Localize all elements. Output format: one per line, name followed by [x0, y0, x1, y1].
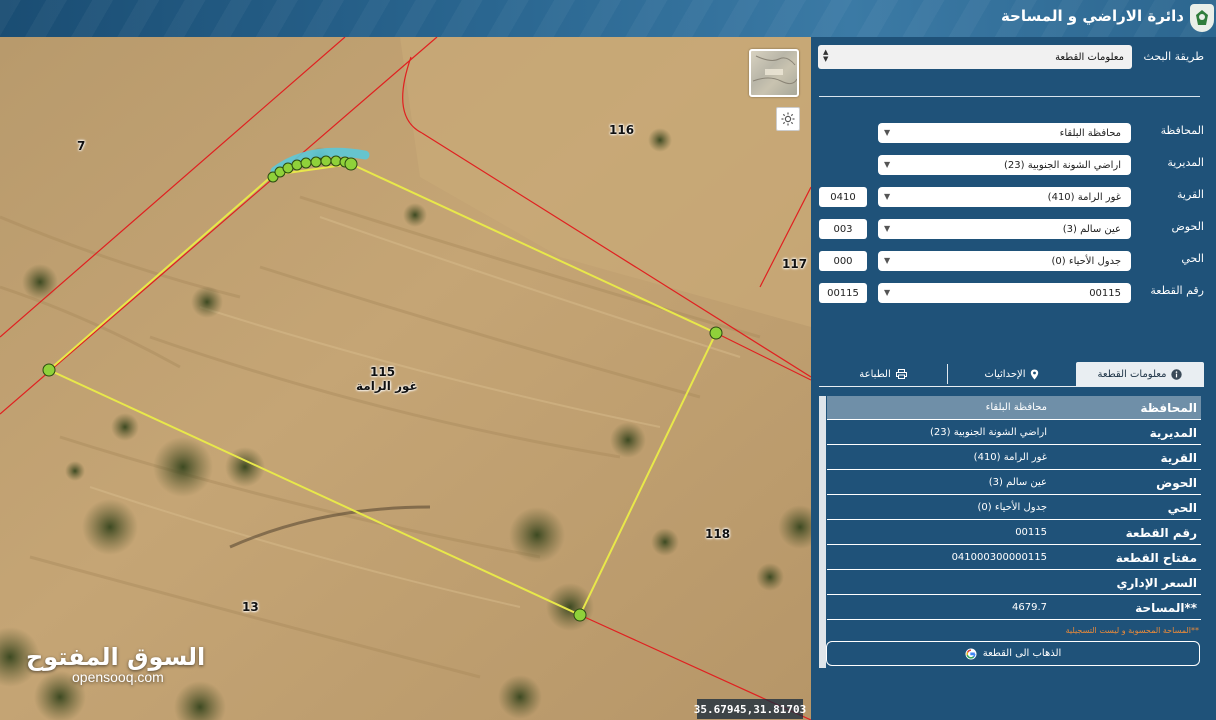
- info-row: المديرية اراضي الشونة الجنوبية (23): [827, 421, 1201, 445]
- watermark: السوق المفتوح opensooq.com: [26, 643, 206, 685]
- info-row: رقم القطعة 00115: [827, 521, 1201, 545]
- goto-parcel-label: الذهاب الى القطعة: [982, 648, 1062, 659]
- info-row: **المساحة 4679.7: [827, 596, 1201, 620]
- info-row: القرية غور الرامة (410): [827, 446, 1201, 470]
- basin-value: عين سالم (3): [1062, 223, 1121, 235]
- parcel-label-118: 118: [705, 527, 731, 541]
- info-key: الحوض: [1156, 475, 1197, 490]
- info-key: مفتاح القطعة: [1115, 550, 1197, 565]
- directorate-value: اراضي الشونة الجنوبية (23): [1004, 159, 1121, 171]
- info-row: الحوض عين سالم (3): [827, 471, 1201, 495]
- info-key: السعر الإداري: [1116, 575, 1197, 590]
- info-value: محافظة البلقاء: [985, 402, 1047, 413]
- tab-print-label: الطباعة: [859, 368, 891, 380]
- info-row: السعر الإداري: [827, 571, 1201, 595]
- district-select[interactable]: جدول الأحياء (0) ▼: [878, 251, 1131, 271]
- district-value: جدول الأحياء (0): [1051, 255, 1122, 267]
- caret-down-icon: ▼: [884, 256, 891, 265]
- updown-icon: ▲ ▼: [823, 48, 829, 63]
- info-row: الحي جدول الأحياء (0): [827, 496, 1201, 520]
- info-row: المحافظة محافظة البلقاء: [827, 396, 1201, 420]
- parcel-label-115: 115: [370, 365, 396, 379]
- directorate-select[interactable]: اراضي الشونة الجنوبية (23) ▼: [878, 155, 1131, 175]
- info-tabs: معلومات القطعة الإحداثيات الطباعة: [819, 362, 1204, 386]
- watermark-arabic: السوق المفتوح: [26, 643, 206, 671]
- scroll-track[interactable]: [819, 396, 826, 668]
- parcel-label: رقم القطعة: [1150, 284, 1204, 297]
- caret-down-icon: ▼: [884, 288, 891, 297]
- governorate-value: محافظة البلقاء: [1059, 127, 1121, 139]
- caret-down-icon: ▼: [884, 224, 891, 233]
- parcel-label-13: 13: [242, 600, 259, 614]
- basin-code-input[interactable]: 003: [819, 219, 867, 239]
- sun-icon[interactable]: [776, 107, 800, 131]
- info-key: القرية: [1160, 450, 1197, 465]
- caret-down-icon: ▼: [884, 192, 891, 201]
- search-panel: طريقة البحث معلومات القطعة ▲ ▼ المحافظة م…: [811, 37, 1216, 720]
- basemap-switcher[interactable]: [749, 49, 799, 97]
- tab-coordinates-label: الإحداثيات: [984, 368, 1026, 380]
- governorate-label: المحافظة: [1160, 124, 1204, 137]
- basin-select[interactable]: عين سالم (3) ▼: [878, 219, 1131, 239]
- coordinate-readout: 35.67945,31.81703: [694, 699, 806, 719]
- info-value: 4679.7: [1012, 602, 1047, 613]
- info-row: مفتاح القطعة 041000300000115: [827, 546, 1201, 570]
- watermark-latin: opensooq.com: [72, 669, 164, 685]
- tab-parcel-info-label: معلومات القطعة: [1097, 368, 1167, 380]
- village-label: غور الرامة: [356, 379, 418, 393]
- app-header: دائرة الاراضي و المساحة: [0, 0, 1216, 37]
- divider: [819, 96, 1200, 97]
- village-label: القرية: [1176, 188, 1204, 201]
- tab-parcel-info[interactable]: معلومات القطعة: [1076, 362, 1204, 386]
- tabs-underline: [819, 386, 1204, 387]
- area-note: **المساحة المحسوبة و ليست التسجيلية: [1065, 626, 1199, 635]
- printer-icon: [895, 369, 907, 379]
- district-code-input[interactable]: 000: [819, 251, 867, 271]
- map-view[interactable]: 7 116 117 115 غور الرامة 118 13 السوق ال…: [0, 37, 811, 720]
- info-value: 00115: [1015, 527, 1047, 538]
- info-value: 041000300000115: [951, 552, 1047, 563]
- search-method-select[interactable]: معلومات القطعة ▲ ▼: [818, 45, 1132, 69]
- basin-label: الحوض: [1171, 220, 1205, 233]
- parcel-label-7: 7: [77, 139, 86, 153]
- village-code-input[interactable]: 0410: [819, 187, 867, 207]
- info-value: غور الرامة (410): [973, 452, 1047, 463]
- caret-down-icon: ▼: [884, 128, 891, 137]
- google-icon: [965, 648, 977, 659]
- governorate-select[interactable]: محافظة البلقاء ▼: [878, 123, 1131, 143]
- info-icon: [1171, 368, 1183, 380]
- map-pin-icon: [1031, 369, 1039, 379]
- info-key: المديرية: [1149, 425, 1197, 440]
- tab-coordinates[interactable]: الإحداثيات: [948, 362, 1076, 386]
- search-method-label: طريقة البحث: [1143, 50, 1204, 63]
- search-method-value: معلومات القطعة: [1055, 51, 1124, 63]
- info-key: المحافظة: [1140, 400, 1197, 415]
- village-value: غور الرامة (410): [1047, 191, 1121, 203]
- info-key: رقم القطعة: [1125, 525, 1197, 540]
- goto-parcel-button[interactable]: الذهاب الى القطعة: [826, 641, 1200, 666]
- district-label: الحي: [1181, 252, 1204, 265]
- caret-down-icon: ▼: [884, 160, 891, 169]
- info-key: الحي: [1167, 500, 1197, 515]
- directorate-label: المديرية: [1167, 156, 1204, 169]
- info-value: جدول الأحياء (0): [977, 502, 1048, 513]
- parcel-value: 00115: [1089, 287, 1121, 299]
- parcel-select[interactable]: 00115 ▼: [878, 283, 1131, 303]
- dls-logo-icon[interactable]: [1190, 4, 1214, 32]
- app-title: دائرة الاراضي و المساحة: [1000, 7, 1184, 25]
- village-select[interactable]: غور الرامة (410) ▼: [878, 187, 1131, 207]
- info-value: اراضي الشونة الجنوبية (23): [930, 427, 1047, 438]
- parcel-label-116: 116: [609, 123, 635, 137]
- parcel-label-117: 117: [782, 257, 808, 271]
- info-value: عين سالم (3): [988, 477, 1047, 488]
- info-key: **المساحة: [1135, 600, 1197, 615]
- parcel-code-input[interactable]: 00115: [819, 283, 867, 303]
- tab-print[interactable]: الطباعة: [819, 362, 947, 386]
